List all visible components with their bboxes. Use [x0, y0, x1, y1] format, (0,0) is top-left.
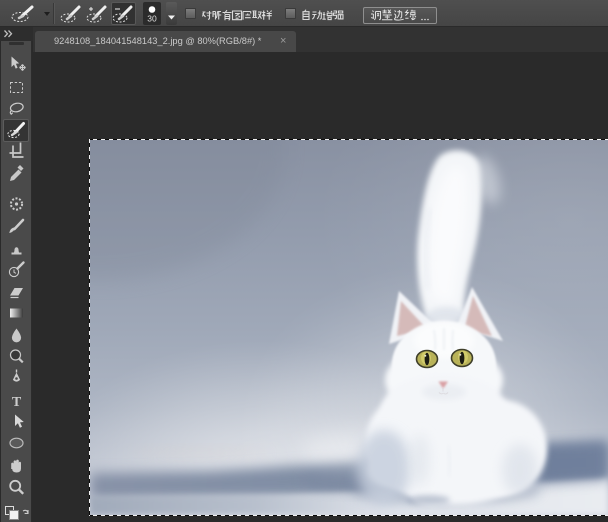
svg-text:30: 30: [147, 14, 157, 24]
svg-text:T: T: [12, 395, 22, 410]
